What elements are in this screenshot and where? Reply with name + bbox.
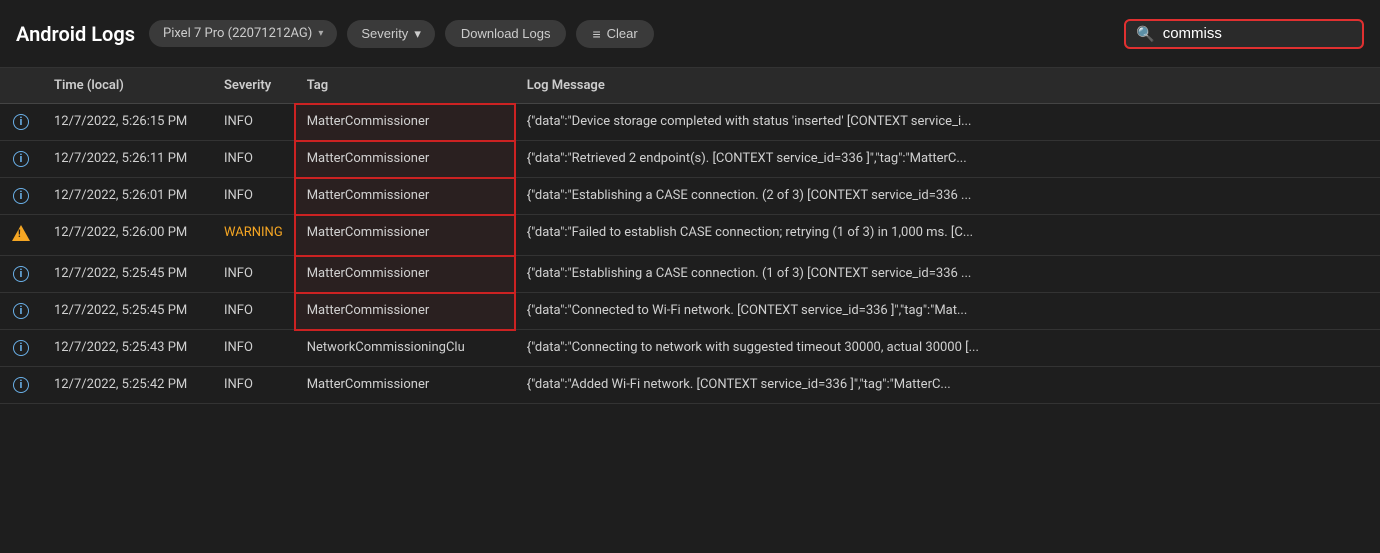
row-time: 12/7/2022, 5:25:42 PM [42, 367, 212, 404]
severity-label: Severity [361, 26, 408, 41]
clear-label: Clear [607, 26, 638, 41]
row-tag: MatterCommissioner [295, 256, 515, 293]
row-icon [0, 215, 42, 256]
table-row[interactable]: i 12/7/2022, 5:26:15 PMINFOMatterCommissi… [0, 104, 1380, 141]
row-message: {"data":"Connecting to network with sugg… [515, 330, 1380, 367]
row-severity: INFO [212, 256, 295, 293]
row-message: {"data":"Device storage completed with s… [515, 104, 1380, 141]
row-icon: i [0, 293, 42, 330]
row-time: 12/7/2022, 5:25:45 PM [42, 256, 212, 293]
row-message: {"data":"Failed to establish CASE connec… [515, 215, 1380, 256]
search-container: 🔍 [1124, 19, 1364, 49]
row-message: {"data":"Retrieved 2 endpoint(s). [CONTE… [515, 141, 1380, 178]
row-tag: MatterCommissioner [295, 178, 515, 215]
search-icon: 🔍 [1136, 25, 1155, 43]
row-icon: i [0, 367, 42, 404]
info-icon: i [13, 114, 29, 130]
row-severity: INFO [212, 367, 295, 404]
row-message: {"data":"Establishing a CASE connection.… [515, 178, 1380, 215]
table-row[interactable]: i 12/7/2022, 5:26:01 PMINFOMatterCommissi… [0, 178, 1380, 215]
clear-button[interactable]: ≡ Clear [576, 20, 653, 48]
table-row[interactable]: i 12/7/2022, 5:26:11 PMINFOMatterCommissi… [0, 141, 1380, 178]
info-icon: i [13, 303, 29, 319]
download-logs-button[interactable]: Download Logs [445, 20, 567, 47]
device-selector[interactable]: Pixel 7 Pro (22071212AG) ▾ [149, 20, 337, 47]
col-header-icon [0, 68, 42, 104]
row-severity: INFO [212, 293, 295, 330]
row-tag: MatterCommissioner [295, 215, 515, 256]
info-icon: i [13, 266, 29, 282]
table-row[interactable]: i 12/7/2022, 5:25:45 PMINFOMatterCommissi… [0, 293, 1380, 330]
search-input[interactable] [1163, 25, 1343, 42]
row-message: {"data":"Establishing a CASE connection.… [515, 256, 1380, 293]
row-time: 12/7/2022, 5:25:45 PM [42, 293, 212, 330]
row-time: 12/7/2022, 5:26:01 PM [42, 178, 212, 215]
row-message: {"data":"Connected to Wi-Fi network. [CO… [515, 293, 1380, 330]
row-message: {"data":"Added Wi-Fi network. [CONTEXT s… [515, 367, 1380, 404]
col-header-tag: Tag [295, 68, 515, 104]
row-icon: i [0, 178, 42, 215]
row-time: 12/7/2022, 5:25:43 PM [42, 330, 212, 367]
info-icon: i [13, 151, 29, 167]
log-table: Time (local) Severity Tag Log Message i1… [0, 68, 1380, 404]
warning-icon [12, 225, 30, 241]
log-table-wrapper: Time (local) Severity Tag Log Message i1… [0, 68, 1380, 404]
row-time: 12/7/2022, 5:26:11 PM [42, 141, 212, 178]
row-icon: i [0, 256, 42, 293]
info-icon: i [13, 377, 29, 393]
app-title: Android Logs [16, 22, 135, 46]
app-header: Android Logs Pixel 7 Pro (22071212AG) ▾ … [0, 0, 1380, 68]
row-severity: WARNING [212, 215, 295, 256]
row-severity: INFO [212, 141, 295, 178]
row-tag: NetworkCommissioningClu [295, 330, 515, 367]
row-tag: MatterCommissioner [295, 104, 515, 141]
list-icon: ≡ [592, 26, 600, 42]
row-icon: i [0, 104, 42, 141]
col-header-message: Log Message [515, 68, 1380, 104]
row-icon: i [0, 141, 42, 178]
row-time: 12/7/2022, 5:26:00 PM [42, 215, 212, 256]
row-icon: i [0, 330, 42, 367]
row-severity: INFO [212, 104, 295, 141]
table-row[interactable]: 12/7/2022, 5:26:00 PMWARNINGMatterCommis… [0, 215, 1380, 256]
row-tag: MatterCommissioner [295, 293, 515, 330]
col-header-severity: Severity [212, 68, 295, 104]
download-logs-label: Download Logs [461, 26, 551, 41]
table-row[interactable]: i 12/7/2022, 5:25:45 PMINFOMatterCommissi… [0, 256, 1380, 293]
table-header-row: Time (local) Severity Tag Log Message [0, 68, 1380, 104]
row-time: 12/7/2022, 5:26:15 PM [42, 104, 212, 141]
row-tag: MatterCommissioner [295, 141, 515, 178]
info-icon: i [13, 188, 29, 204]
table-row[interactable]: i 12/7/2022, 5:25:42 PMINFOMatterCommissi… [0, 367, 1380, 404]
table-row[interactable]: i 12/7/2022, 5:25:43 PMINFONetworkCommiss… [0, 330, 1380, 367]
row-tag: MatterCommissioner [295, 367, 515, 404]
device-label: Pixel 7 Pro (22071212AG) [163, 26, 312, 41]
chevron-down-icon: ▾ [318, 28, 323, 39]
severity-filter-button[interactable]: Severity ▾ [347, 20, 435, 48]
info-icon: i [13, 340, 29, 356]
row-severity: INFO [212, 330, 295, 367]
row-severity: INFO [212, 178, 295, 215]
col-header-time: Time (local) [42, 68, 212, 104]
chevron-down-icon: ▾ [414, 26, 421, 42]
